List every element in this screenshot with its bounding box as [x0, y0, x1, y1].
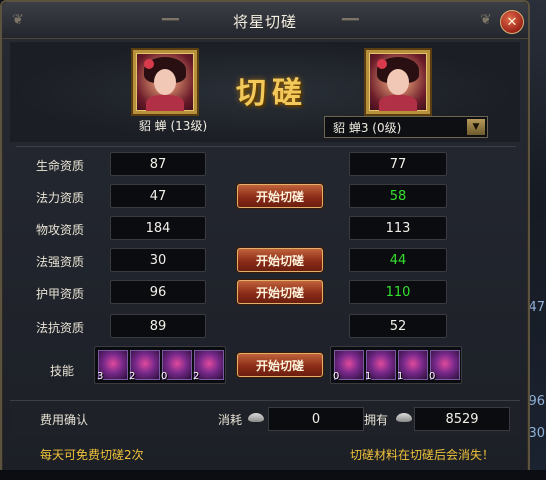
right-stat-value: 58 — [349, 184, 447, 208]
silver-ingot-icon — [396, 413, 412, 422]
skill-icon[interactable]: 3 — [97, 350, 128, 382]
portrait-robe — [379, 95, 417, 111]
general-header: 切磋 貂 蝉 (13级) 貂 蝉3 (0级) ▼ — [10, 42, 520, 142]
title-bar[interactable]: ❦ ━━ 将星切磋 ━━ ❦ ✕ — [2, 2, 528, 39]
left-skills-box: 3 2 0 2 — [94, 346, 226, 384]
spar-title: 切磋 — [236, 76, 308, 111]
portrait-flower — [377, 59, 387, 69]
ornament-icon: ❦ — [480, 12, 492, 28]
right-stat-value: 110 — [349, 280, 447, 304]
consume-value: 0 — [268, 407, 364, 431]
material-consumed-notice: 切磋材料在切磋后会消失！ — [350, 448, 495, 462]
left-stat-value: 96 — [110, 280, 206, 304]
free-spar-notice: 每天可免费切磋2次 — [40, 448, 144, 462]
skill-level: 1 — [397, 371, 404, 382]
right-stat-value: 113 — [349, 216, 447, 240]
silver-ingot-icon — [248, 413, 264, 422]
consume-label: 消耗 — [218, 413, 243, 427]
left-stat-value: 87 — [110, 152, 206, 176]
skill-level: 2 — [193, 371, 200, 382]
cost-confirm-label: 费用确认 — [40, 413, 89, 427]
cost-row: 费用确认 消耗 0 拥有 8529 — [10, 400, 520, 437]
portrait-face — [154, 69, 176, 95]
left-stat-value: 184 — [110, 216, 206, 240]
skill-icon[interactable]: 1 — [397, 350, 428, 382]
spar-button-skills[interactable]: 开始切磋 — [237, 353, 323, 377]
close-button[interactable]: ✕ — [500, 10, 524, 34]
stat-label: 物攻资质 — [36, 223, 85, 237]
stats-panel: 生命资质 87 77 法力资质 47 开始切磋 58 物攻资质 184 1 1 3 … — [16, 146, 516, 395]
portrait-flower — [144, 59, 154, 69]
skills-label: 技能 — [50, 364, 75, 378]
window-title: 将星切磋 — [232, 13, 297, 31]
left-stat-value: 89 — [110, 314, 206, 338]
background-bottom-strip — [0, 470, 546, 480]
skill-icon[interactable]: 2 — [129, 350, 160, 382]
right-stat-value: 52 — [349, 314, 447, 338]
owned-label: 拥有 — [364, 413, 389, 427]
portrait-robe — [146, 95, 184, 111]
skill-icon[interactable]: 0 — [333, 350, 364, 382]
skill-icon[interactable]: 1 — [365, 350, 396, 382]
skill-level: 1 — [365, 371, 372, 382]
stat-label: 护甲资质 — [36, 287, 85, 301]
skill-icon[interactable]: 2 — [193, 350, 224, 382]
right-skills-box: 0 1 1 0 — [330, 346, 462, 384]
spar-button-mana[interactable]: 开始切磋 — [237, 184, 323, 208]
skill-level: 0 — [333, 371, 340, 382]
background-number: 47 — [528, 300, 545, 315]
left-general-portrait[interactable] — [133, 50, 197, 114]
spar-button-armor[interactable]: 开始切磋 — [237, 280, 323, 304]
ornament-icon: ━━ — [342, 12, 359, 28]
right-stat-value: 44 — [349, 248, 447, 272]
skill-level: 0 — [161, 371, 168, 382]
spar-window: ❦ ━━ 将星切磋 ━━ ❦ ✕ 切磋 貂 蝉 (13级) 貂 蝉3 (0级) … — [0, 0, 530, 478]
skill-level: 0 — [429, 371, 436, 382]
skill-icon[interactable]: 0 — [161, 350, 192, 382]
background-number: 30 — [528, 426, 545, 441]
opponent-select[interactable]: 貂 蝉3 (0级) ▼ — [324, 116, 488, 138]
stat-label: 生命资质 — [36, 159, 85, 173]
stat-label: 法力资质 — [36, 191, 85, 205]
opponent-select-value: 貂 蝉3 (0级) — [333, 120, 402, 135]
background-number: 96 — [528, 394, 545, 409]
chevron-down-icon[interactable]: ▼ — [467, 119, 485, 135]
skill-icon[interactable]: 0 — [429, 350, 460, 382]
owned-value: 8529 — [414, 407, 510, 431]
left-general-name: 貂 蝉 (13级) — [138, 119, 208, 133]
left-stat-value: 47 — [110, 184, 206, 208]
stat-label: 法强资质 — [36, 255, 85, 269]
skill-level: 3 — [97, 371, 104, 382]
left-stat-value: 30 — [110, 248, 206, 272]
right-stat-value: 77 — [349, 152, 447, 176]
close-icon: ✕ — [506, 14, 518, 30]
right-general-portrait[interactable] — [366, 50, 430, 114]
stat-label: 法抗资质 — [36, 321, 85, 335]
skill-level: 2 — [129, 371, 136, 382]
spar-button-spell-power[interactable]: 开始切磋 — [237, 248, 323, 272]
portrait-face — [387, 69, 409, 95]
